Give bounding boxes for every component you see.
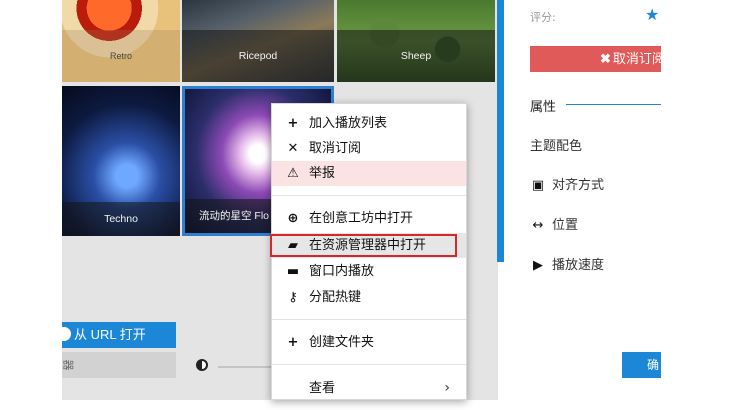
- scrollbar[interactable]: [497, 0, 504, 262]
- prop-label: 位置: [552, 218, 579, 233]
- steam-icon: ⊕: [287, 211, 299, 226]
- menu-open-in-workshop[interactable]: ⊕ 在创意工坊中打开: [272, 206, 466, 231]
- close-icon: ✕: [287, 141, 299, 156]
- key-icon: ⚷: [288, 290, 298, 305]
- menu-separator: [272, 319, 466, 320]
- menu-label: 查看: [309, 381, 336, 396]
- properties-divider: [566, 104, 661, 105]
- menu-assign-hotkey[interactable]: ⚷ 分配热键: [272, 285, 466, 310]
- menu-label: 在创意工坊中打开: [309, 211, 414, 226]
- globe-icon: [62, 327, 71, 341]
- wallpaper-tile-retro[interactable]: Retro: [62, 0, 180, 82]
- prop-label: 播放速度: [552, 258, 605, 273]
- window-icon: ▬: [286, 264, 300, 279]
- image-icon: ▣: [531, 178, 545, 193]
- unsubscribe-button[interactable]: ✖ 取消订阅: [530, 46, 661, 72]
- prop-playback-speed[interactable]: ▶ 播放速度: [530, 254, 604, 273]
- properties-title: 属性: [530, 100, 557, 115]
- prop-theme-color[interactable]: 主题配色: [530, 135, 582, 154]
- menu-unsubscribe[interactable]: ✕ 取消订阅: [272, 136, 466, 161]
- prop-label: 对齐方式: [552, 178, 605, 193]
- wallpaper-tile-techno[interactable]: Techno: [62, 86, 180, 236]
- secondary-button-label: 器: [62, 359, 75, 371]
- wallpaper-tile-ricepod[interactable]: Ricepod: [182, 0, 334, 82]
- prop-label: 主题配色: [530, 139, 583, 154]
- secondary-button[interactable]: 器: [62, 352, 176, 378]
- menu-label: 加入播放列表: [309, 116, 388, 131]
- tile-label: Techno: [62, 202, 180, 236]
- context-menu: + 加入播放列表 ✕ 取消订阅 ⚠ 举报 ⊕ 在创意工坊中打开 ▰ 在资源管理器中打开 ▬…: [271, 103, 467, 400]
- plus-icon: +: [287, 335, 299, 350]
- rating-label: 评分:: [530, 11, 556, 24]
- menu-separator: [272, 364, 466, 365]
- star-icon[interactable]: ★: [645, 5, 659, 25]
- warning-icon: ⚠: [287, 166, 299, 181]
- unsubscribe-label: 取消订阅: [612, 51, 661, 66]
- confirm-label: 确: [646, 358, 659, 372]
- close-icon: ✖: [600, 51, 611, 66]
- menu-label: 分配热键: [309, 290, 362, 305]
- menu-label: 在资源管理器中打开: [309, 238, 427, 253]
- menu-add-to-playlist[interactable]: + 加入播放列表: [272, 111, 466, 136]
- tile-label: Retro: [62, 30, 180, 82]
- plus-icon: +: [287, 116, 299, 131]
- menu-label: 创建文件夹: [309, 335, 375, 350]
- tile-label: Ricepod: [182, 30, 334, 82]
- menu-open-in-explorer[interactable]: ▰ 在资源管理器中打开: [272, 233, 466, 258]
- wallpaper-app-window: Retro Ricepod Sheep Techno 流动的星空 Flo 从 U…: [0, 0, 733, 410]
- play-icon: ▶: [533, 258, 543, 273]
- chevron-right-icon: ›: [444, 380, 450, 396]
- prop-position[interactable]: ↔ 位置: [530, 214, 578, 233]
- menu-label: 窗口内播放: [309, 264, 375, 279]
- menu-separator: [272, 195, 466, 196]
- wallpaper-tile-sheep[interactable]: Sheep: [337, 0, 495, 82]
- contrast-icon[interactable]: [196, 359, 208, 371]
- menu-create-folder[interactable]: + 创建文件夹: [272, 330, 466, 355]
- menu-label: 取消订阅: [309, 141, 362, 156]
- open-from-url-button[interactable]: 从 URL 打开: [62, 322, 176, 348]
- prop-alignment[interactable]: ▣ 对齐方式: [530, 174, 604, 193]
- menu-label: 举报: [309, 166, 336, 181]
- confirm-button[interactable]: 确: [622, 352, 661, 378]
- folder-open-icon: ▰: [288, 238, 298, 253]
- open-from-url-label: 从 URL 打开: [74, 327, 146, 342]
- menu-view[interactable]: 查看 ›: [272, 376, 466, 401]
- tile-label: Sheep: [337, 30, 495, 82]
- menu-play-in-window[interactable]: ▬ 窗口内播放: [272, 259, 466, 284]
- menu-report[interactable]: ⚠ 举报: [272, 161, 466, 186]
- brightness-slider[interactable]: [218, 366, 278, 368]
- horizontal-arrows-icon: ↔: [532, 218, 544, 233]
